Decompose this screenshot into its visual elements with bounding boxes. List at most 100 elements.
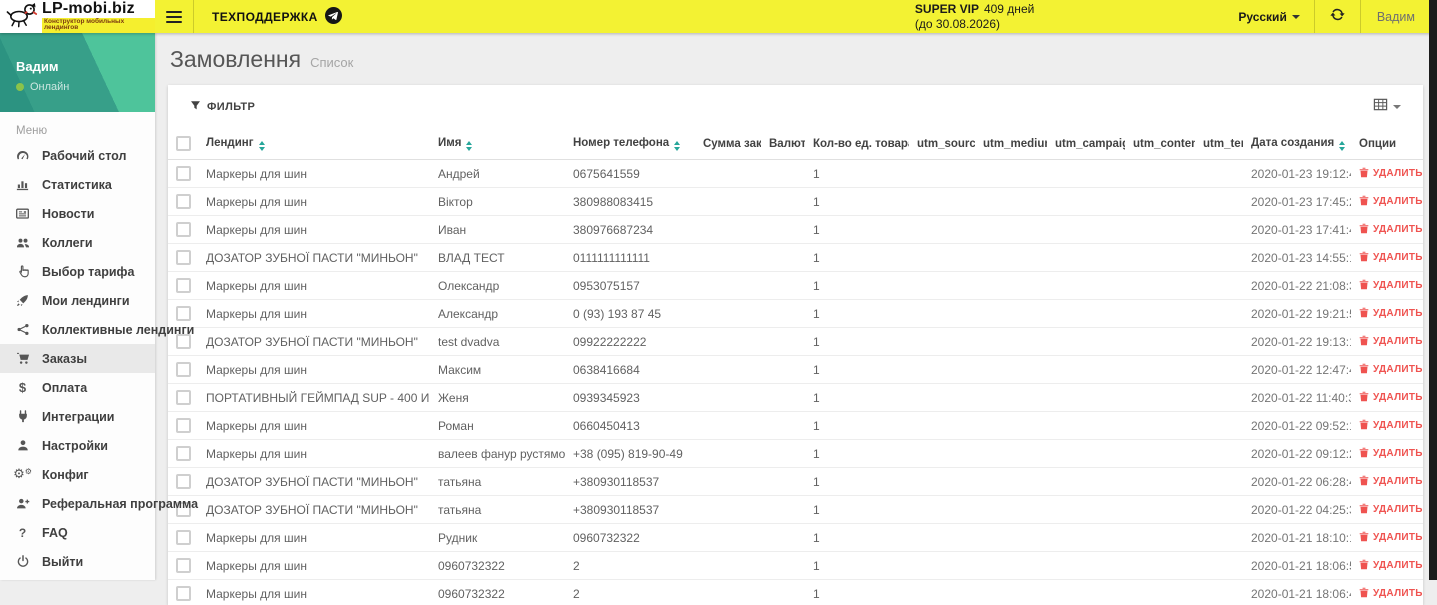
cell-utm_medium [975, 440, 1047, 468]
sidebar-item-collective[interactable]: Коллективные лендинги [0, 315, 155, 344]
row-checkbox[interactable] [176, 586, 191, 601]
cell-phone: 2 [565, 552, 695, 580]
row-checkbox[interactable] [176, 306, 191, 321]
cell-utm_content [1125, 412, 1195, 440]
cell-utm_source [909, 272, 975, 300]
delete-button[interactable]: УДАЛИТЬ [1359, 503, 1423, 517]
language-selector[interactable]: Русский [1224, 0, 1314, 33]
sidebar-item-config[interactable]: ⚙⚙Конфиг [0, 460, 155, 489]
sidebar-item-logout[interactable]: Выйти [0, 547, 155, 576]
cell-utm_source [909, 440, 975, 468]
sidebar-item-news[interactable]: Новости [0, 199, 155, 228]
cell-sum [695, 580, 761, 605]
trash-icon [1359, 447, 1369, 461]
filter-button[interactable]: ФИЛЬТР [190, 100, 255, 114]
cell-utm_campaign [1047, 216, 1125, 244]
row-checkbox[interactable] [176, 194, 191, 209]
sidebar-item-label: Выйти [42, 555, 83, 569]
row-checkbox[interactable] [176, 418, 191, 433]
column-header: utm_source [909, 129, 975, 160]
vertical-scrollbar[interactable] [1429, 0, 1437, 580]
delete-button[interactable]: УДАЛИТЬ [1359, 419, 1423, 433]
trash-icon [1359, 503, 1369, 517]
cell-utm_content [1125, 216, 1195, 244]
delete-button[interactable]: УДАЛИТЬ [1359, 335, 1423, 349]
delete-button[interactable]: УДАЛИТЬ [1359, 195, 1423, 209]
delete-button[interactable]: УДАЛИТЬ [1359, 475, 1423, 489]
sidebar-item-orders[interactable]: Заказы [0, 344, 155, 373]
column-header: utm_content [1125, 129, 1195, 160]
tech-support-link[interactable]: ТЕХПОДДЕРЖКА [194, 0, 360, 33]
row-checkbox[interactable] [176, 390, 191, 405]
cell-utm_campaign [1047, 524, 1125, 552]
cell-utm_content [1125, 300, 1195, 328]
hamburger-menu-icon[interactable] [155, 0, 193, 33]
cell-options: УДАЛИТЬ [1351, 496, 1423, 524]
cell-landing: Маркеры для шин [198, 552, 430, 580]
row-checkbox[interactable] [176, 278, 191, 293]
row-checkbox[interactable] [176, 250, 191, 265]
delete-button[interactable]: УДАЛИТЬ [1359, 531, 1423, 545]
sidebar-menu: Рабочий столСтатистикаНовостиКоллегиВыбо… [0, 141, 155, 576]
delete-button[interactable]: УДАЛИТЬ [1359, 251, 1423, 265]
delete-button[interactable]: УДАЛИТЬ [1359, 167, 1423, 181]
topbar-username[interactable]: Вадим [1361, 0, 1437, 33]
cell-utm_medium [975, 468, 1047, 496]
cell-landing: Маркеры для шин [198, 160, 430, 188]
column-header[interactable]: Лендинг [198, 129, 430, 160]
cell-created: 2020-01-22 11:40:37 [1243, 384, 1351, 412]
delete-button[interactable]: УДАЛИТЬ [1359, 279, 1423, 293]
newspaper-icon [14, 206, 31, 221]
sidebar-item-integrations[interactable]: Интеграции [0, 402, 155, 431]
column-header[interactable]: Номер телефона [565, 129, 695, 160]
sidebar-item-colleagues[interactable]: Коллеги [0, 228, 155, 257]
language-label: Русский [1238, 10, 1287, 24]
cell-utm_campaign [1047, 468, 1125, 496]
refresh-button[interactable] [1315, 0, 1360, 33]
sidebar-item-payment[interactable]: $Оплата [0, 373, 155, 402]
cell-landing: ДОЗАТОР ЗУБНОЇ ПАСТИ "МИНЬОН" [198, 244, 430, 272]
table-body: Маркеры для шинАндрей067564155912020-01-… [168, 160, 1423, 605]
delete-button[interactable]: УДАЛИТЬ [1359, 223, 1423, 237]
cell-utm_medium [975, 412, 1047, 440]
cell-utm_campaign [1047, 328, 1125, 356]
table-row: Маркеры для шинРудник096073232212020-01-… [168, 524, 1423, 552]
delete-button[interactable]: УДАЛИТЬ [1359, 559, 1423, 573]
cell-utm_medium [975, 496, 1047, 524]
cell-utm_medium [975, 272, 1047, 300]
delete-button[interactable]: УДАЛИТЬ [1359, 363, 1423, 377]
row-checkbox[interactable] [176, 530, 191, 545]
columns-settings-button[interactable] [1373, 97, 1401, 117]
delete-button[interactable]: УДАЛИТЬ [1359, 391, 1423, 405]
row-checkbox[interactable] [176, 222, 191, 237]
sidebar-item-stats[interactable]: Статистика [0, 170, 155, 199]
cell-name: татьяна [430, 496, 565, 524]
gears-icon: ⚙⚙ [14, 468, 31, 481]
funnel-icon [190, 100, 201, 114]
table-row: ДОЗАТОР ЗУБНОЇ ПАСТИ "МИНЬОН"татьяна+380… [168, 496, 1423, 524]
brand-logo[interactable]: LP-mobi.biz Конструктор мобильных лендин… [0, 0, 155, 33]
delete-button[interactable]: УДАЛИТЬ [1359, 447, 1423, 461]
delete-button[interactable]: УДАЛИТЬ [1359, 587, 1423, 601]
cell-name: Женя [430, 384, 565, 412]
sidebar-item-settings[interactable]: Настройки [0, 431, 155, 460]
row-checkbox[interactable] [176, 558, 191, 573]
select-all-checkbox[interactable] [176, 136, 191, 151]
cell-utm_term [1195, 188, 1243, 216]
profile-panel: Вадим Онлайн [0, 33, 155, 112]
cell-utm_campaign [1047, 580, 1125, 605]
delete-button[interactable]: УДАЛИТЬ [1359, 307, 1423, 321]
row-checkbox[interactable] [176, 446, 191, 461]
sidebar-item-faq[interactable]: ?FAQ [0, 518, 155, 547]
sidebar-item-tariff[interactable]: Выбор тарифа [0, 257, 155, 286]
sidebar-item-landings[interactable]: Мои лендинги [0, 286, 155, 315]
row-checkbox[interactable] [176, 166, 191, 181]
row-checkbox[interactable] [176, 474, 191, 489]
column-header[interactable]: Имя [430, 129, 565, 160]
sidebar-item-dashboard[interactable]: Рабочий стол [0, 141, 155, 170]
cell-utm_source [909, 300, 975, 328]
column-header[interactable]: Дата создания [1243, 129, 1351, 160]
row-checkbox[interactable] [176, 362, 191, 377]
cell-sum [695, 552, 761, 580]
sidebar-item-referral[interactable]: Реферальная программа [0, 489, 155, 518]
